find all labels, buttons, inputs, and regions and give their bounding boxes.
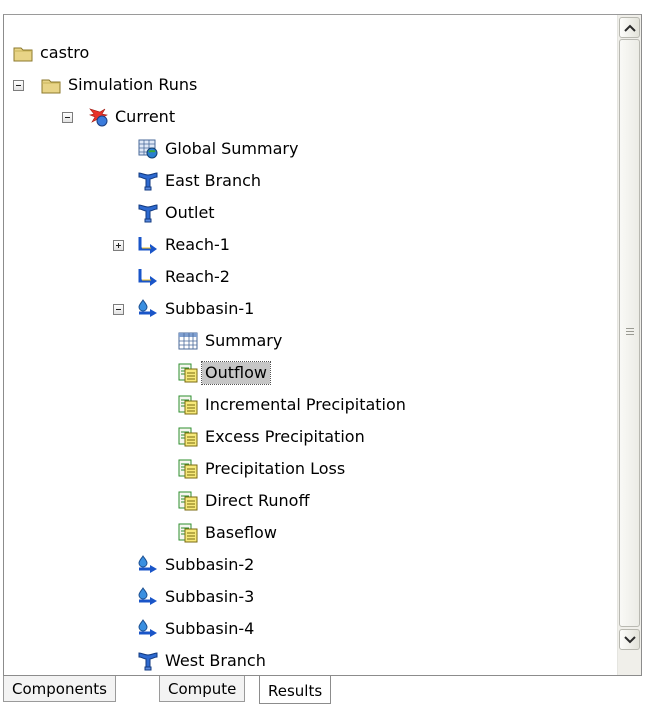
collapse-toggle-icon[interactable] <box>113 304 124 315</box>
timeseries-graph-icon <box>177 490 199 512</box>
tree-node-label: Incremental Precipitation <box>205 395 406 414</box>
chevron-down-icon <box>623 635 636 643</box>
tree-node-label: Outlet <box>165 203 215 222</box>
tree-node-label: Subbasin-3 <box>165 587 255 606</box>
tree-node-label: West Branch <box>165 651 266 670</box>
tree-node-subbasin-3[interactable]: Subbasin-3 <box>137 581 257 613</box>
tree-node-precipitation-loss[interactable]: Precipitation Loss <box>177 453 348 485</box>
tree-node-label: Baseflow <box>205 523 277 542</box>
timeseries-graph-icon <box>177 394 199 416</box>
tree-node-subbasin-2[interactable]: Subbasin-2 <box>137 549 257 581</box>
tree-node-label: Subbasin-4 <box>165 619 255 638</box>
tree-node-incremental-precipitation[interactable]: Incremental Precipitation <box>177 389 409 421</box>
tab-bar: Components Compute Results <box>3 676 642 704</box>
results-tree: castro Simulation Runs Current Global Su… <box>4 15 618 675</box>
collapse-toggle-icon[interactable] <box>13 80 24 91</box>
tree-node-reach-2[interactable]: Reach-2 <box>137 261 233 293</box>
folder-icon <box>12 42 34 64</box>
subbasin-icon <box>137 554 159 576</box>
tree-node-direct-runoff[interactable]: Direct Runoff <box>177 485 312 517</box>
scroll-thumb[interactable] <box>619 39 640 627</box>
tree-node-label: Summary <box>205 331 283 350</box>
tree-node-label: Precipitation Loss <box>205 459 346 478</box>
tab-label: Compute <box>168 680 237 698</box>
scroll-up-button[interactable] <box>619 17 640 38</box>
grip-line <box>626 334 634 335</box>
scroll-down-button[interactable] <box>619 629 640 650</box>
tree-node-subbasin-1[interactable]: Subbasin-1 <box>113 293 257 325</box>
grip-line <box>626 328 634 329</box>
tree-node-label: Subbasin-1 <box>165 299 255 318</box>
timeseries-graph-icon <box>177 362 199 384</box>
global-summary-table-icon <box>137 138 159 160</box>
tree-node-label: castro <box>40 43 90 62</box>
tree-node-current[interactable]: Current <box>62 101 178 133</box>
tree-node-label: Direct Runoff <box>205 491 310 510</box>
tab-label: Components <box>12 680 107 698</box>
tab-label: Results <box>268 682 323 700</box>
tree-node-east-branch[interactable]: East Branch <box>137 165 264 197</box>
tab-components[interactable]: Components <box>3 676 116 702</box>
tree-node-summary[interactable]: Summary <box>177 325 285 357</box>
tree-node-global-summary[interactable]: Global Summary <box>137 133 301 165</box>
tree-node-baseflow[interactable]: Baseflow <box>177 517 280 549</box>
expand-toggle-icon[interactable] <box>113 240 124 251</box>
tree-node-label: Reach-1 <box>165 235 230 254</box>
tree-node-outflow[interactable]: Outflow <box>177 357 271 389</box>
tree-node-label: Current <box>115 107 176 126</box>
tree-node-label: Simulation Runs <box>68 75 198 94</box>
junction-icon <box>137 202 159 224</box>
tree-node-outlet[interactable]: Outlet <box>137 197 218 229</box>
reach-icon <box>137 266 159 288</box>
junction-icon <box>137 650 159 672</box>
tree-node-label: Global Summary <box>165 139 299 158</box>
summary-table-icon <box>177 330 199 352</box>
folder-icon <box>40 74 62 96</box>
subbasin-icon <box>137 298 159 320</box>
tree-node-label: Excess Precipitation <box>205 427 365 446</box>
tree-node-reach-1[interactable]: Reach-1 <box>113 229 233 261</box>
reach-icon <box>137 234 159 256</box>
tree-node-label: Reach-2 <box>165 267 230 286</box>
vertical-scrollbar[interactable] <box>617 15 641 675</box>
junction-icon <box>137 170 159 192</box>
collapse-toggle-icon[interactable] <box>62 112 73 123</box>
chevron-up-icon <box>623 24 636 32</box>
tree-node-label: Subbasin-2 <box>165 555 255 574</box>
timeseries-graph-icon <box>177 522 199 544</box>
tree-node-castro[interactable]: castro <box>12 37 92 69</box>
tree-node-label: Outflow <box>201 361 271 385</box>
results-tree-panel: castro Simulation Runs Current Global Su… <box>3 14 642 676</box>
tab-results[interactable]: Results <box>259 676 332 704</box>
tab-compute[interactable]: Compute <box>159 676 246 702</box>
tree-node-subbasin-4[interactable]: Subbasin-4 <box>137 613 257 645</box>
subbasin-icon <box>137 618 159 640</box>
timeseries-graph-icon <box>177 426 199 448</box>
tree-node-simulation-runs[interactable]: Simulation Runs <box>13 69 200 101</box>
tree-node-west-branch[interactable]: West Branch <box>137 645 269 675</box>
timeseries-graph-icon <box>177 458 199 480</box>
tree-node-label: East Branch <box>165 171 262 190</box>
subbasin-icon <box>137 586 159 608</box>
run-burst-icon <box>87 106 109 128</box>
tree-node-excess-precipitation[interactable]: Excess Precipitation <box>177 421 368 453</box>
grip-line <box>626 331 634 332</box>
